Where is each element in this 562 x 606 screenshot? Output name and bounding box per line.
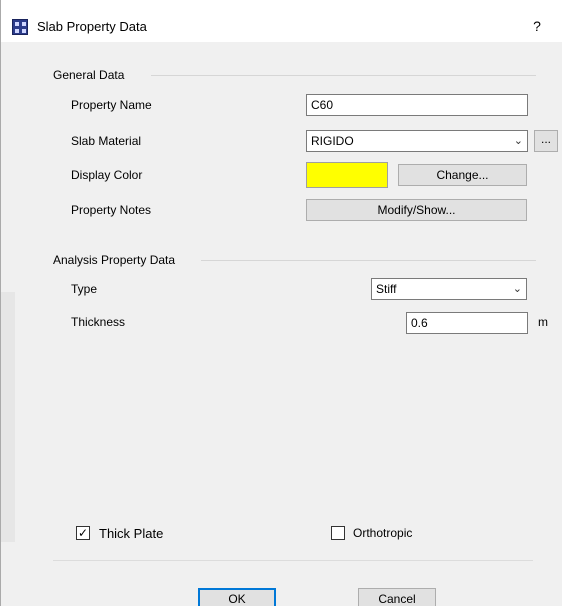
slab-material-select[interactable]: RIGIDO ⌄ xyxy=(306,130,528,152)
thickness-unit: m xyxy=(538,315,548,329)
type-value: Stiff xyxy=(376,282,397,296)
dialog-body: General Data Property Name C60 Slab Mate… xyxy=(1,42,562,606)
app-icon xyxy=(12,19,28,35)
thickness-input[interactable]: 0.6 xyxy=(406,312,528,334)
orthotropic-checkbox[interactable] xyxy=(331,526,345,540)
change-color-button[interactable]: Change... xyxy=(398,164,527,186)
analysis-group-label: Analysis Property Data xyxy=(53,253,180,267)
general-group-label: General Data xyxy=(53,68,129,82)
thickness-label: Thickness xyxy=(71,315,126,329)
chevron-down-icon: ⌄ xyxy=(512,283,522,295)
type-label: Type xyxy=(71,282,98,296)
display-color-label: Display Color xyxy=(71,168,143,182)
property-name-label: Property Name xyxy=(71,98,152,112)
slab-property-dialog: Slab Property Data ? General Data Proper… xyxy=(0,0,562,606)
modify-show-button[interactable]: Modify/Show... xyxy=(306,199,527,221)
side-shade xyxy=(1,292,15,542)
material-browse-button[interactable]: ... xyxy=(534,130,558,152)
cancel-button[interactable]: Cancel xyxy=(358,588,436,606)
general-group-line xyxy=(151,75,536,76)
type-select[interactable]: Stiff ⌄ xyxy=(371,278,527,300)
property-name-input[interactable]: C60 xyxy=(306,94,528,116)
ok-button[interactable]: OK xyxy=(198,588,276,606)
title-bar: Slab Property Data ? xyxy=(1,0,562,42)
thick-plate-checkbox[interactable]: ✓ xyxy=(76,526,90,540)
property-notes-label: Property Notes xyxy=(71,203,152,217)
analysis-group-line xyxy=(201,260,536,261)
window-title: Slab Property Data xyxy=(37,19,147,34)
bottom-separator xyxy=(53,560,533,561)
chevron-down-icon: ⌄ xyxy=(513,135,523,147)
slab-material-label: Slab Material xyxy=(71,134,142,148)
thick-plate-label: Thick Plate xyxy=(99,526,164,541)
help-button[interactable]: ? xyxy=(525,15,549,37)
display-color-swatch[interactable] xyxy=(306,162,388,188)
orthotropic-label: Orthotropic xyxy=(353,526,413,540)
slab-material-value: RIGIDO xyxy=(311,134,354,148)
